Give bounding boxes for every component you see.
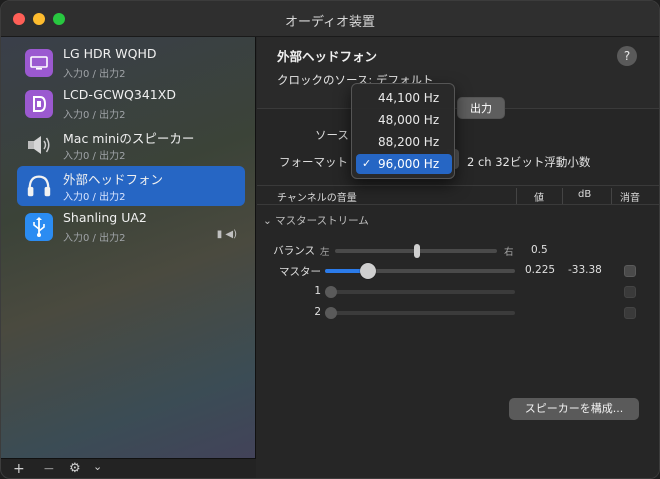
display-icon: [25, 49, 53, 77]
source-label: ソース: [315, 128, 349, 142]
device-name: 外部ヘッドフォン: [63, 172, 164, 187]
gear-icon[interactable]: ⚙: [69, 461, 81, 476]
column-divider: [562, 188, 563, 204]
displayport-icon: [25, 90, 53, 118]
configure-speakers-button[interactable]: スピーカーを構成...: [509, 398, 639, 420]
device-name: Mac miniのスピーカー: [63, 131, 195, 146]
format-label: フォーマット: [279, 155, 348, 169]
master-value: 0.225: [525, 264, 556, 276]
channel-1-knob[interactable]: [325, 286, 337, 298]
tab-output[interactable]: 出力: [457, 97, 505, 119]
column-value: 値: [534, 193, 544, 204]
device-name: LG HDR WQHD: [63, 46, 157, 61]
device-name: LCD-GCWQ341XD: [63, 87, 176, 102]
balance-label: バランス: [273, 245, 315, 257]
device-io-count: 入力0 / 出力2: [63, 69, 126, 80]
device-name: Shanling UA2: [63, 210, 147, 225]
column-divider: [516, 188, 517, 204]
add-device-button[interactable]: +: [13, 461, 25, 477]
sample-rate-option-selected[interactable]: ✓ 96,000 Hz: [356, 154, 452, 174]
master-label: マスター: [279, 266, 321, 278]
channel-1-label: 1: [314, 285, 321, 297]
master-stream-group[interactable]: ⌄ マスターストリーム: [263, 213, 369, 228]
balance-slider-thumb[interactable]: [414, 244, 420, 258]
sample-rate-popup-menu: 44,100 Hz 48,000 Hz 88,200 Hz ✓ 96,000 Hz: [351, 83, 455, 179]
device-io-count: 入力0 / 出力2: [63, 192, 126, 203]
sidebar-footer: + − ⚙ ⌄: [1, 458, 256, 478]
device-item-lcd-gcwq341xd[interactable]: LCD-GCWQ341XD 入力0 / 出力2: [17, 84, 245, 124]
device-item-shanling-ua2[interactable]: Shanling UA2 入力0 / 出力2 ▮ ◀): [17, 207, 245, 247]
master-volume-knob[interactable]: [360, 263, 376, 279]
balance-right-label: 右: [504, 247, 514, 258]
device-detail-pane: 外部ヘッドフォン ? クロックのソース: デフォルト ソース フォーマット 2 …: [257, 37, 659, 478]
format-channels-value: 2 ch 32ビット浮動小数: [467, 155, 591, 169]
master-mute-checkbox[interactable]: [624, 265, 636, 277]
audio-devices-window: オーディオ装置 LG HDR WQHD 入力0 / 出力2 LCD-GCWQ34…: [0, 0, 660, 479]
column-mute: 消音: [620, 193, 640, 204]
chevron-down-icon: ⌄: [263, 215, 276, 227]
balance-left-label: 左: [320, 247, 330, 258]
channel-2-mute-checkbox[interactable]: [624, 307, 636, 319]
device-io-count: 入力0 / 出力2: [63, 151, 126, 162]
channel-1-slider[interactable]: [325, 290, 515, 294]
device-io-count: 入力0 / 出力2: [63, 110, 126, 121]
channel-2-knob[interactable]: [325, 307, 337, 319]
channel-2-slider[interactable]: [325, 311, 515, 315]
device-title: 外部ヘッドフォン: [277, 49, 378, 64]
chevron-down-icon[interactable]: ⌄: [93, 460, 102, 473]
channel-table-header: チャンネルの音量 値 dB 消音: [257, 185, 659, 205]
sample-rate-option[interactable]: 88,200 Hz: [356, 132, 452, 152]
device-item-mac-mini-speaker[interactable]: Mac miniのスピーカー 入力0 / 出力2: [17, 125, 245, 165]
device-item-lg-hdr-wqhd[interactable]: LG HDR WQHD 入力0 / 出力2: [17, 43, 245, 83]
output-tab-bar: 出力: [457, 97, 505, 119]
channel-1-mute-checkbox[interactable]: [624, 286, 636, 298]
column-divider: [611, 188, 612, 204]
column-channel-volume: チャンネルの音量: [277, 193, 357, 204]
master-db: -33.38: [568, 264, 602, 276]
window-title: オーディオ装置: [284, 15, 376, 30]
device-sidebar: LG HDR WQHD 入力0 / 出力2 LCD-GCWQ341XD 入力0 …: [1, 37, 256, 478]
output-panel: ソース フォーマット 2 ch 32ビット浮動小数 チャンネルの音量 値 dB …: [257, 108, 659, 478]
checkmark-icon: ✓: [362, 157, 372, 170]
speaker-icon: [25, 131, 53, 159]
balance-value: 0.5: [531, 244, 548, 256]
sample-rate-option[interactable]: 44,100 Hz: [356, 88, 452, 108]
usb-icon: [25, 213, 53, 241]
remove-device-button[interactable]: −: [43, 461, 55, 477]
column-db: dB: [578, 189, 592, 200]
device-item-external-headphones[interactable]: 外部ヘッドフォン 入力0 / 出力2: [17, 166, 245, 206]
sample-rate-option[interactable]: 48,000 Hz: [356, 110, 452, 130]
default-output-indicator-icon: ▮ ◀): [216, 229, 237, 240]
channel-2-label: 2: [314, 306, 321, 318]
master-volume-slider[interactable]: [325, 269, 515, 273]
headphones-icon: [25, 172, 53, 200]
titlebar: オーディオ装置: [1, 1, 659, 37]
device-io-count: 入力0 / 出力2: [63, 233, 126, 244]
help-button[interactable]: ?: [617, 46, 637, 66]
